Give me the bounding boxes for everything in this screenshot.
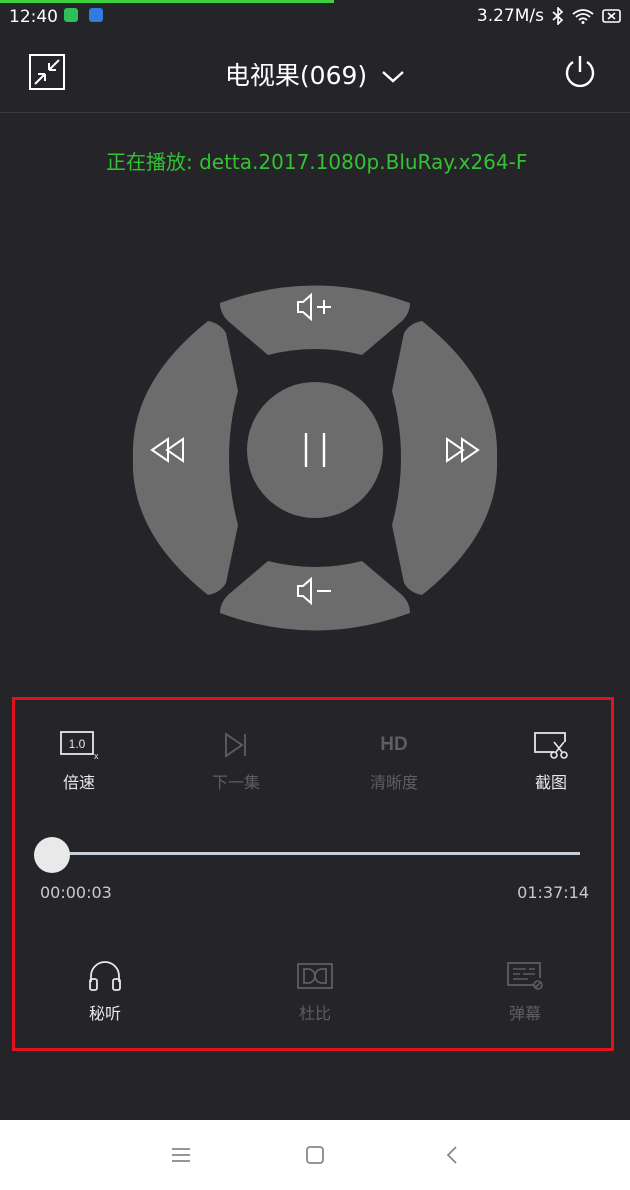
menu-icon[interactable] bbox=[169, 1144, 193, 1166]
next-episode-button[interactable]: 下一集 bbox=[181, 727, 291, 793]
private-listen-label: 秘听 bbox=[88, 1004, 121, 1023]
speed-icon: 1.0 x bbox=[60, 731, 99, 760]
chevron-down-icon bbox=[382, 71, 404, 83]
danmaku-icon bbox=[507, 962, 543, 990]
quality-label: 清晰度 bbox=[369, 773, 418, 792]
danmaku-button[interactable]: 弹幕 bbox=[470, 958, 580, 1024]
status-time: 12:40 bbox=[9, 7, 58, 27]
progress-slider-handle[interactable] bbox=[34, 837, 70, 873]
total-time: 01:37:14 bbox=[517, 883, 589, 902]
volume-down-button[interactable] bbox=[220, 561, 410, 631]
svg-text:1.0: 1.0 bbox=[69, 737, 86, 751]
rewind-button[interactable] bbox=[132, 321, 238, 595]
volume-up-button[interactable] bbox=[220, 285, 410, 356]
screenshot-label: 截图 bbox=[534, 773, 567, 792]
pause-button[interactable] bbox=[247, 382, 383, 518]
wifi-icon bbox=[572, 9, 594, 24]
progress-slider-track[interactable] bbox=[52, 852, 580, 855]
home-icon[interactable] bbox=[303, 1144, 327, 1166]
skip-next-icon bbox=[225, 732, 246, 758]
private-listen-button[interactable]: 秘听 bbox=[50, 958, 160, 1024]
fast-forward-button[interactable] bbox=[392, 321, 498, 595]
status-bar: 12:40 3.27M/s bbox=[0, 0, 630, 34]
speed-button[interactable]: 1.0 x 倍速 bbox=[24, 727, 134, 793]
hd-icon: HD bbox=[380, 734, 408, 755]
screenshot-button[interactable]: 截图 bbox=[496, 727, 606, 793]
back-icon[interactable] bbox=[441, 1144, 465, 1166]
dolby-button[interactable]: 杜比 bbox=[260, 958, 370, 1024]
danmaku-label: 弹幕 bbox=[508, 1004, 541, 1023]
device-selector[interactable]: 电视果(069) bbox=[0, 56, 630, 92]
dolby-icon bbox=[297, 963, 333, 989]
speed-label: 倍速 bbox=[62, 773, 95, 792]
remote-dpad bbox=[130, 283, 500, 633]
status-indicators: 3.27M/s bbox=[477, 6, 622, 26]
quality-button[interactable]: HD 清晰度 bbox=[339, 727, 449, 793]
bluetooth-icon bbox=[552, 7, 564, 25]
device-title: 电视果(069) bbox=[224, 61, 368, 90]
next-episode-label: 下一集 bbox=[211, 773, 260, 792]
headphones-icon bbox=[89, 961, 121, 991]
power-icon[interactable] bbox=[562, 54, 598, 90]
dolby-label: 杜比 bbox=[298, 1004, 331, 1023]
network-speed: 3.27M/s bbox=[476, 6, 544, 26]
header: 电视果(069) bbox=[0, 34, 630, 113]
current-time: 00:00:03 bbox=[40, 883, 112, 902]
file-notification-icon bbox=[89, 8, 103, 22]
screenshot-scissors-icon bbox=[534, 732, 568, 759]
battery-icon bbox=[602, 9, 621, 23]
now-playing-text: 正在播放: detta.2017.1080p.BluRay.x264-F bbox=[106, 150, 528, 174]
system-nav-bar bbox=[0, 1120, 630, 1190]
app-notification-icon bbox=[64, 8, 78, 22]
svg-text:x: x bbox=[94, 751, 99, 760]
load-progress-bar bbox=[0, 0, 334, 3]
